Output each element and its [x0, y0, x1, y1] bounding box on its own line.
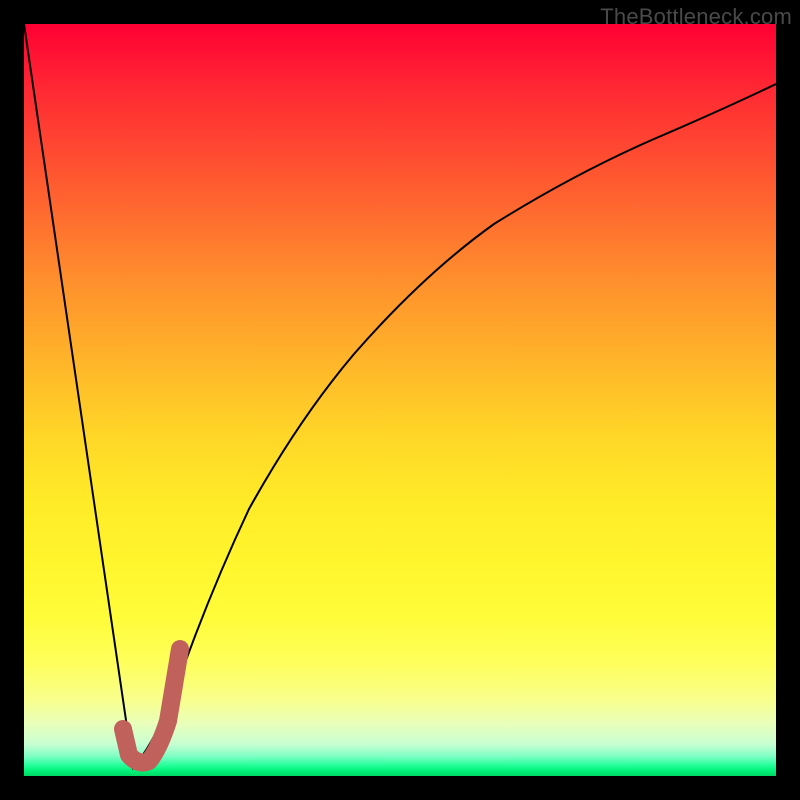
chart-frame: TheBottleneck.com [0, 0, 800, 800]
chart-svg [24, 24, 776, 776]
accent-hook [123, 649, 180, 763]
plot-area [24, 24, 776, 776]
bottleneck-curve [24, 24, 776, 768]
